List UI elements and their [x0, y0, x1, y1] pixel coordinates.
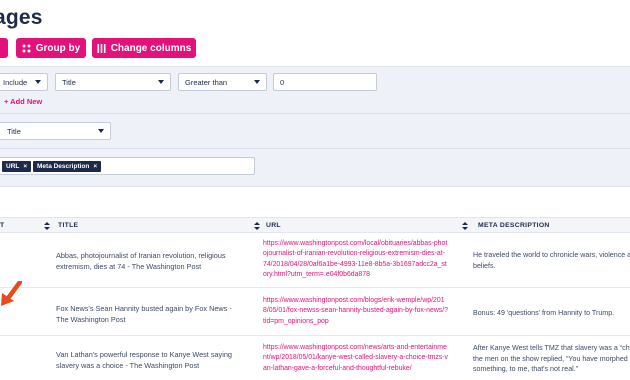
filter-value-input[interactable]: 0 [273, 73, 377, 91]
cell-title: Abbas, photojournalist of Iranian revolu… [56, 251, 226, 271]
chevron-down-icon [35, 80, 41, 84]
meta-line: Bonus: 49 'questions' from Hannity to Tr… [473, 309, 615, 317]
sort-arrows-icon[interactable] [44, 222, 50, 230]
cell-title: Fox News's Sean Hannity busted again by … [56, 304, 232, 324]
page-title: ages [0, 6, 43, 29]
group-by-label: Group by [35, 42, 81, 54]
table-header: T TITLE URL META DESCRIPTION [0, 217, 630, 233]
filter-field-value: Title [62, 77, 76, 87]
change-columns-label: Change columns [110, 42, 192, 54]
column-tag-label: Meta Description [37, 163, 90, 170]
filter-operator-select[interactable]: Greater than [178, 73, 267, 91]
change-columns-button[interactable]: Change columns [92, 38, 196, 58]
column-header-partial[interactable]: T [0, 222, 4, 229]
add-new-filter-link[interactable]: + Add New [4, 97, 42, 106]
meta-line: beliefs. [473, 261, 496, 270]
remove-tag-icon[interactable]: × [23, 163, 27, 170]
table-row[interactable]: Abbas, photojournalist of Iranian revolu… [0, 233, 630, 288]
remove-tag-icon[interactable]: × [93, 163, 97, 170]
group-by-button[interactable]: Group by [16, 38, 86, 58]
column-header-title[interactable]: TITLE [58, 222, 78, 229]
column-header-meta-description[interactable]: META DESCRIPTION [478, 222, 550, 229]
columns-icon [97, 43, 106, 53]
filter-operator-value: Greater than [185, 77, 228, 87]
cell-url-link[interactable]: https://www.washingtonpost.com/blogs/eri… [263, 296, 448, 327]
include-select[interactable]: Include [0, 73, 48, 91]
panel-divider [0, 113, 630, 114]
cell-url-link[interactable]: https://www.washingtonpost.com/news/arts… [263, 343, 448, 374]
column-tag-meta-description: Meta Description × [33, 161, 102, 172]
include-select-value: Include [3, 77, 28, 87]
cell-meta-description: After Kanye West tells TMZ that slavery … [473, 343, 630, 375]
table-row[interactable]: Van Lathan's powerful response to Kanye … [0, 336, 630, 380]
column-header-url[interactable]: URL [266, 222, 281, 229]
sort-arrows-icon[interactable] [462, 222, 468, 230]
filter-field-select[interactable]: Title [55, 73, 171, 91]
column-tag-url: URL × [2, 161, 32, 172]
column-tag-label: URL [6, 163, 20, 170]
sort-field-value: Title [7, 126, 21, 136]
partial-toolbar-button[interactable] [0, 38, 8, 58]
filter-value-text: 0 [280, 77, 285, 87]
table-row[interactable]: Fox News's Sean Hannity busted again by … [0, 288, 630, 336]
meta-line: the men on the show replied, “You have m… [473, 354, 630, 363]
chevron-down-icon [158, 80, 164, 84]
cell-meta-description: Bonus: 49 'questions' from Hannity to Tr… [473, 308, 630, 319]
cell-url-link[interactable]: https://www.washingtonpost.com/local/obi… [263, 239, 448, 281]
chevron-down-icon [254, 80, 260, 84]
annotation-arrow-icon [1, 281, 22, 306]
cell-meta-description: He traveled the world to chronicle wars,… [473, 250, 630, 271]
meta-line: something, to me, that's not real.” [473, 365, 579, 374]
panel-divider [0, 148, 630, 149]
grid-dots-icon [22, 44, 31, 53]
sort-arrows-icon[interactable] [254, 222, 260, 230]
meta-line: He traveled the world to chronicle wars,… [473, 251, 630, 259]
meta-line: After Kanye West tells TMZ that slavery … [473, 344, 630, 352]
sort-field-select[interactable]: Title [0, 122, 111, 140]
cell-title: Van Lathan's powerful response to Kanye … [56, 350, 232, 370]
chevron-down-icon [98, 129, 104, 133]
